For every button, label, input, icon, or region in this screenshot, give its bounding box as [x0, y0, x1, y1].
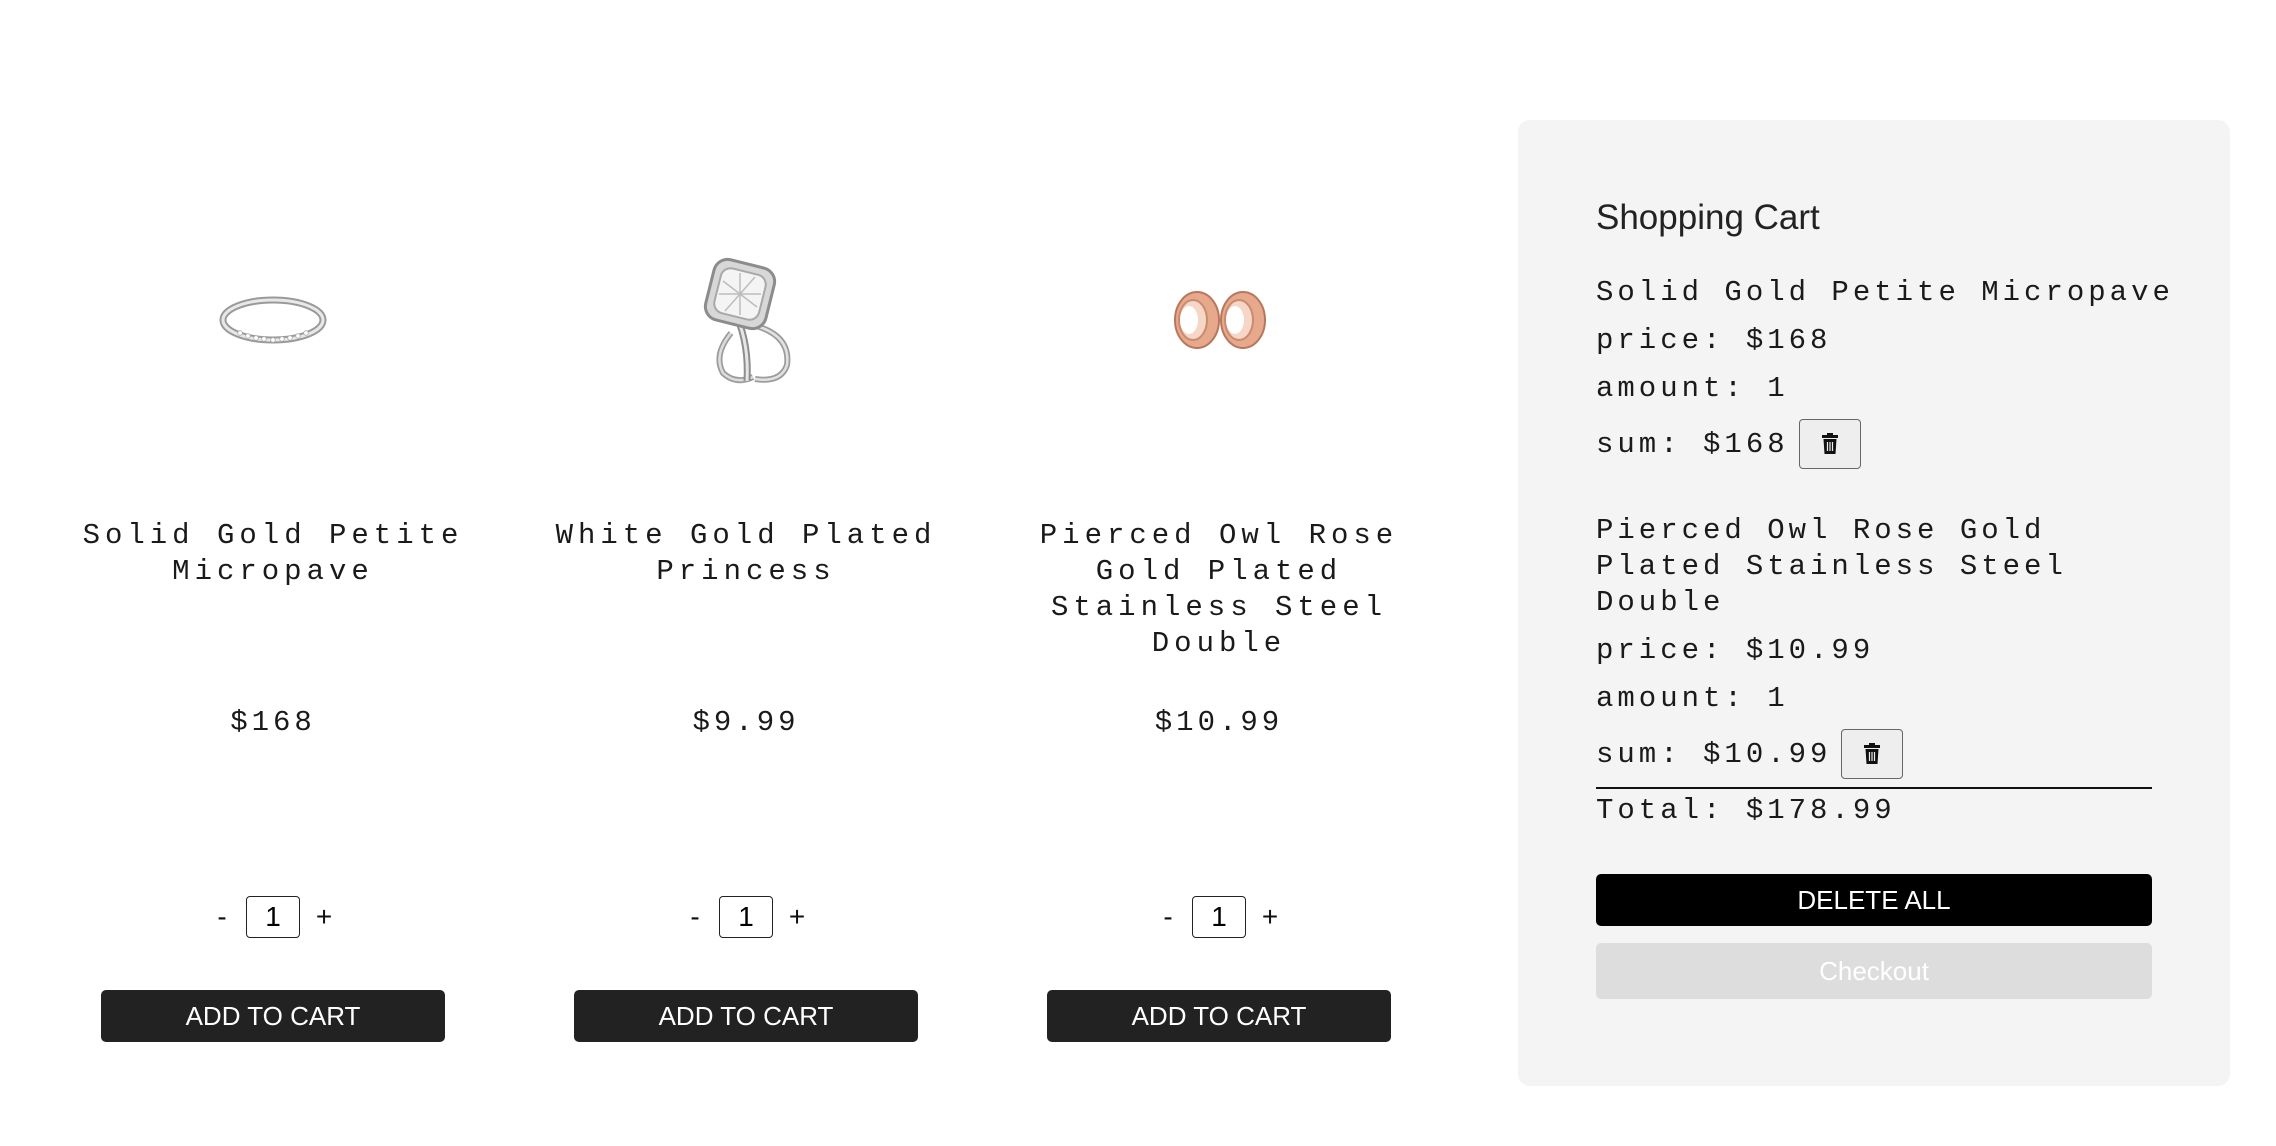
shopping-cart-panel: Shopping Cart Solid Gold Petite Micropav…	[1518, 120, 2230, 1086]
decrease-quantity-button[interactable]: -	[1150, 895, 1186, 939]
cart-divider	[1596, 787, 2152, 789]
cart-item-amount: amount: 1	[1596, 372, 1789, 405]
product-name: White Gold Plated Princess	[555, 519, 937, 588]
quantity-stepper: - +	[984, 895, 1454, 939]
product-name: Solid Gold Petite Micropave	[82, 519, 464, 588]
quantity-stepper: - +	[38, 895, 508, 939]
ear-tunnels-icon	[1144, 255, 1294, 385]
product-price: $168	[230, 706, 316, 739]
cart-title: Shopping Cart	[1596, 198, 1820, 237]
quantity-stepper: - +	[511, 895, 981, 939]
cart-total: Total: $178.99	[1596, 794, 1896, 827]
product-card: Pierced Owl Rose Gold Plated Stainless S…	[984, 0, 1454, 1146]
cart-item-sum: sum: $10.99	[1596, 737, 1832, 771]
cart-item: Solid Gold Petite Micropave price: $168 …	[1596, 275, 2176, 469]
delete-all-button[interactable]: DELETE ALL	[1596, 874, 2152, 926]
remove-item-button[interactable]	[1798, 419, 1861, 469]
cart-item: Pierced Owl Rose Gold Plated Stainless S…	[1596, 513, 2176, 779]
product-price: $9.99	[692, 706, 800, 739]
add-to-cart-button[interactable]: ADD TO CART	[1047, 990, 1391, 1042]
cart-item-name: Pierced Owl Rose Gold Plated Stainless S…	[1596, 514, 2067, 619]
increase-quantity-button[interactable]: +	[1252, 895, 1288, 939]
increase-quantity-button[interactable]: +	[306, 895, 342, 939]
quantity-input[interactable]	[246, 896, 300, 938]
cart-item-amount: amount: 1	[1596, 682, 1789, 715]
product-card: Solid Gold Petite Micropave $168 - + ADD…	[38, 0, 508, 1146]
cart-item-price: price: $168	[1596, 324, 1832, 357]
trash-icon	[1864, 743, 1881, 764]
add-to-cart-button[interactable]: ADD TO CART	[101, 990, 445, 1042]
quantity-input[interactable]	[1192, 896, 1246, 938]
decrease-quantity-button[interactable]: -	[677, 895, 713, 939]
cart-item-price: price: $10.99	[1596, 634, 1875, 667]
remove-item-button[interactable]	[1841, 729, 1904, 779]
cart-item-sum: sum: $168	[1596, 427, 1789, 461]
product-list: Solid Gold Petite Micropave $168 - + ADD…	[0, 0, 1500, 1146]
product-card: White Gold Plated Princess $9.99 - + ADD…	[511, 0, 981, 1146]
trash-icon	[1821, 433, 1838, 454]
engagement-ring-icon	[671, 255, 821, 385]
cart-item-sum-row: sum: $168	[1596, 419, 2176, 469]
add-to-cart-button[interactable]: ADD TO CART	[574, 990, 918, 1042]
increase-quantity-button[interactable]: +	[779, 895, 815, 939]
product-price: $10.99	[1154, 706, 1284, 739]
cart-item-sum-row: sum: $10.99	[1596, 729, 2176, 779]
decrease-quantity-button[interactable]: -	[204, 895, 240, 939]
ring-icon	[198, 255, 348, 385]
quantity-input[interactable]	[719, 896, 773, 938]
checkout-button[interactable]: Checkout	[1596, 943, 2152, 999]
cart-item-name: Solid Gold Petite Micropave	[1596, 276, 2174, 309]
product-name: Pierced Owl Rose Gold Plated Stainless S…	[1039, 519, 1399, 660]
